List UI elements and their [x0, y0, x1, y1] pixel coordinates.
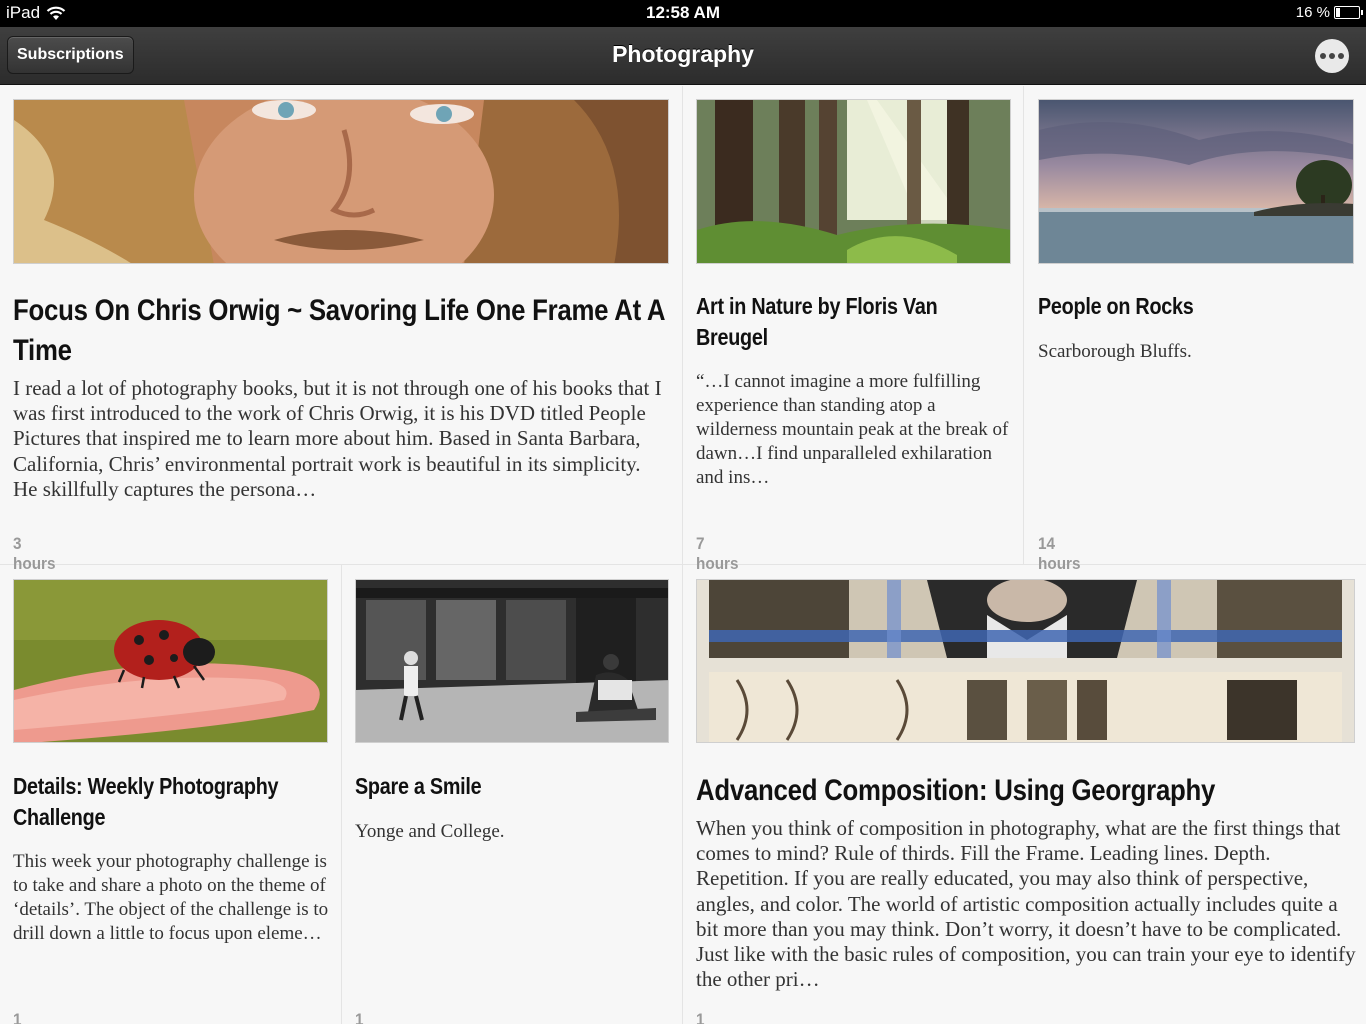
nav-bar: Subscriptions Photography	[0, 27, 1366, 85]
divider	[0, 564, 1366, 565]
article-thumbnail-face[interactable]	[13, 99, 669, 264]
battery-icon	[1334, 6, 1363, 19]
article-title[interactable]: Spare a Smile	[355, 771, 630, 802]
article-excerpt: This week your photography challenge is …	[13, 851, 329, 944]
article-time: 1 day ago	[355, 1010, 364, 1024]
article-thumbnail-composition[interactable]	[696, 579, 1355, 743]
page-title: Photography	[612, 41, 754, 67]
article-excerpt: Scarborough Bluffs.	[1038, 341, 1192, 362]
article-excerpt: Yonge and College.	[355, 821, 505, 842]
article-excerpt: “…I cannot imagine a more fulfilling exp…	[696, 371, 1009, 488]
article-title[interactable]: Advanced Composition: Using Georgraphy	[696, 771, 1350, 811]
article-excerpt: I read a lot of photography books, but i…	[13, 376, 662, 501]
article-thumbnail-forest[interactable]	[696, 99, 1011, 264]
status-bar: iPad 12:58 AM 16 %	[0, 0, 1366, 27]
article-title[interactable]: People on Rocks	[1038, 291, 1348, 322]
divider	[341, 565, 342, 1024]
article-time: 1 day ago	[696, 1010, 705, 1024]
battery-percent: 16 %	[1295, 4, 1330, 21]
article-thumbnail-ladybug[interactable]	[13, 579, 328, 743]
article-excerpt: When you think of composition in photogr…	[696, 816, 1356, 992]
more-dots-icon	[1320, 53, 1326, 59]
clock: 12:58 AM	[645, 3, 720, 22]
article-time: 1 day ago	[13, 1010, 22, 1024]
divider	[682, 86, 683, 1024]
article-thumbnail-street[interactable]	[355, 579, 669, 743]
more-options-button[interactable]	[1315, 39, 1349, 73]
article-title[interactable]: Details: Weekly Photography Challenge	[13, 771, 323, 833]
divider	[1023, 86, 1024, 564]
article-title[interactable]: Focus On Chris Orwig ~ Savoring Life One…	[13, 291, 667, 371]
article-title[interactable]: Art in Nature by Floris Van Breugel	[696, 291, 1006, 353]
article-thumbnail-lake[interactable]	[1038, 99, 1354, 264]
